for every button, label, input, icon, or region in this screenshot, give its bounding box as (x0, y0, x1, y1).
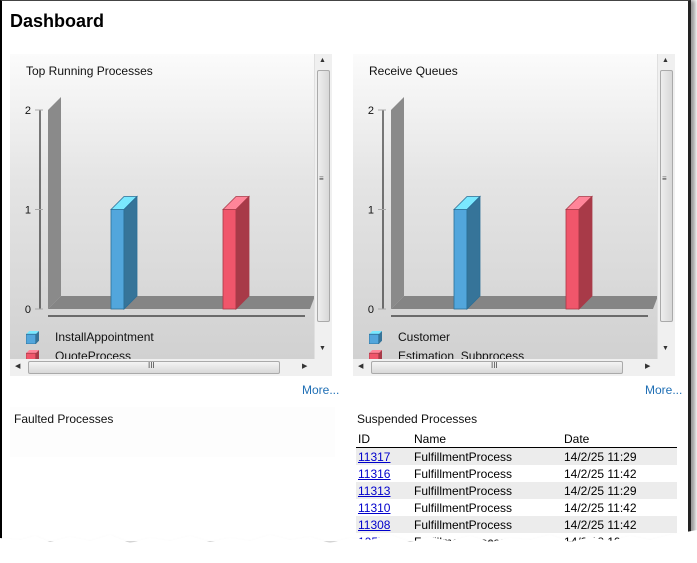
scroll-grip-icon: ≡ (319, 174, 324, 183)
vertical-scrollbar[interactable]: ▲ ≡ ▼ (314, 54, 332, 359)
column-header-date: Date (562, 430, 677, 448)
scroll-right-arrow-icon[interactable]: ▶ (302, 362, 307, 370)
more-link-receive-queues[interactable]: More... (645, 383, 682, 397)
top-running-processes-panel: Top Running Processes 012 InstallAppoint… (10, 54, 332, 376)
process-name: FulfillmentProcess (414, 466, 513, 481)
bar-side (235, 195, 250, 310)
process-id-link[interactable]: 11310 (356, 499, 412, 516)
receive-queues-chart: 0 1 2 (368, 97, 658, 317)
suspended-processes-title: Suspended Processes (357, 412, 478, 426)
process-date: 14/2/25 11:29 (562, 482, 677, 499)
process-date: 14/2/25 11:42 (564, 466, 637, 481)
scroll-grip-icon: ≡ (662, 174, 667, 183)
y-tick-label: 2 (25, 105, 31, 117)
scroll-down-arrow-icon[interactable]: ▼ (662, 345, 669, 352)
vertical-scrollbar[interactable]: ▲ ≡ ▼ (657, 54, 675, 359)
bar-front (453, 209, 468, 310)
faulted-processes-title: Faulted Processes (14, 412, 114, 426)
legend-swatch-blue-icon (26, 331, 39, 344)
scroll-up-arrow-icon[interactable]: ▲ (319, 57, 326, 64)
scrollbar-thumb[interactable] (317, 70, 330, 322)
scroll-right-arrow-icon[interactable]: ▶ (645, 362, 650, 370)
scroll-up-arrow-icon[interactable]: ▲ (662, 57, 669, 64)
y-tick-label: 1 (25, 205, 31, 217)
torn-edge-decoration (0, 530, 697, 563)
process-name: FulfillmentProcess (414, 500, 513, 515)
scroll-grip-icon: III (491, 361, 498, 370)
process-name: FulfillmentProcess (412, 447, 562, 465)
top-running-processes-chart: 0 1 2 (25, 97, 315, 317)
scroll-grip-icon: III (148, 361, 155, 370)
legend-swatch-blue-icon (369, 331, 382, 344)
bar-side (123, 195, 138, 310)
table-row: 11310 FulfillmentProcess 14/2/25 11:42 (356, 499, 677, 516)
process-id-link[interactable]: 11317 (356, 447, 412, 465)
bar-front (565, 209, 580, 310)
y-tick-label: 2 (368, 105, 374, 117)
bar-front (222, 209, 237, 310)
y-tick-label: 1 (368, 205, 374, 217)
process-name: FulfillmentProcess (412, 482, 562, 499)
more-link-top-running[interactable]: More... (302, 383, 339, 397)
scroll-left-arrow-icon[interactable]: ◀ (358, 362, 363, 370)
legend-label: InstallAppointment (55, 330, 154, 344)
column-header-id: ID (356, 430, 412, 448)
process-date: 14/2/25 11:29 (562, 447, 677, 465)
page-title: Dashboard (10, 11, 105, 31)
scrollbar-thumb[interactable] (660, 70, 673, 322)
process-id-link[interactable]: 11317 (358, 450, 390, 464)
process-id-link[interactable]: 11313 (358, 484, 390, 498)
bar-side (578, 195, 593, 310)
table-header-row: ID Name Date (356, 430, 677, 448)
horizontal-scrollbar[interactable]: ◀ III ▶ (10, 359, 315, 376)
process-date: 14/2/25 11:42 (564, 500, 637, 515)
table-row: 11317 FulfillmentProcess 14/2/25 11:29 (356, 447, 677, 465)
dashboard-window: Dashboard Top Running Processes 012 Inst… (0, 0, 691, 549)
scroll-left-arrow-icon[interactable]: ◀ (15, 362, 20, 370)
process-id-link[interactable]: 11316 (356, 465, 412, 482)
y-tick-label: 0 (25, 304, 31, 316)
process-id-link[interactable]: 11316 (358, 467, 390, 481)
chart-floor (48, 296, 315, 309)
chart-floor (391, 296, 658, 309)
scroll-down-arrow-icon[interactable]: ▼ (319, 345, 326, 352)
table-row: 11313 FulfillmentProcess 14/2/25 11:29 (356, 482, 677, 499)
table-row: 11316 FulfillmentProcess 14/2/25 11:42 (356, 465, 677, 482)
legend-label: Customer (398, 330, 451, 344)
chart-side-wall (391, 97, 404, 309)
y-tick-label: 0 (368, 304, 374, 316)
bar-side (466, 195, 481, 310)
column-header-name: Name (412, 430, 562, 448)
process-id-link[interactable]: 11313 (356, 482, 412, 499)
receive-queues-panel: Receive Queues 012 Customer Estimation_S… (353, 54, 675, 376)
scroll-corner (657, 359, 675, 376)
scroll-corner (314, 359, 332, 376)
bar-front (110, 209, 125, 310)
process-id-link[interactable]: 11310 (358, 501, 390, 515)
horizontal-scrollbar[interactable]: ◀ III ▶ (353, 359, 658, 376)
chart-side-wall (48, 97, 61, 309)
